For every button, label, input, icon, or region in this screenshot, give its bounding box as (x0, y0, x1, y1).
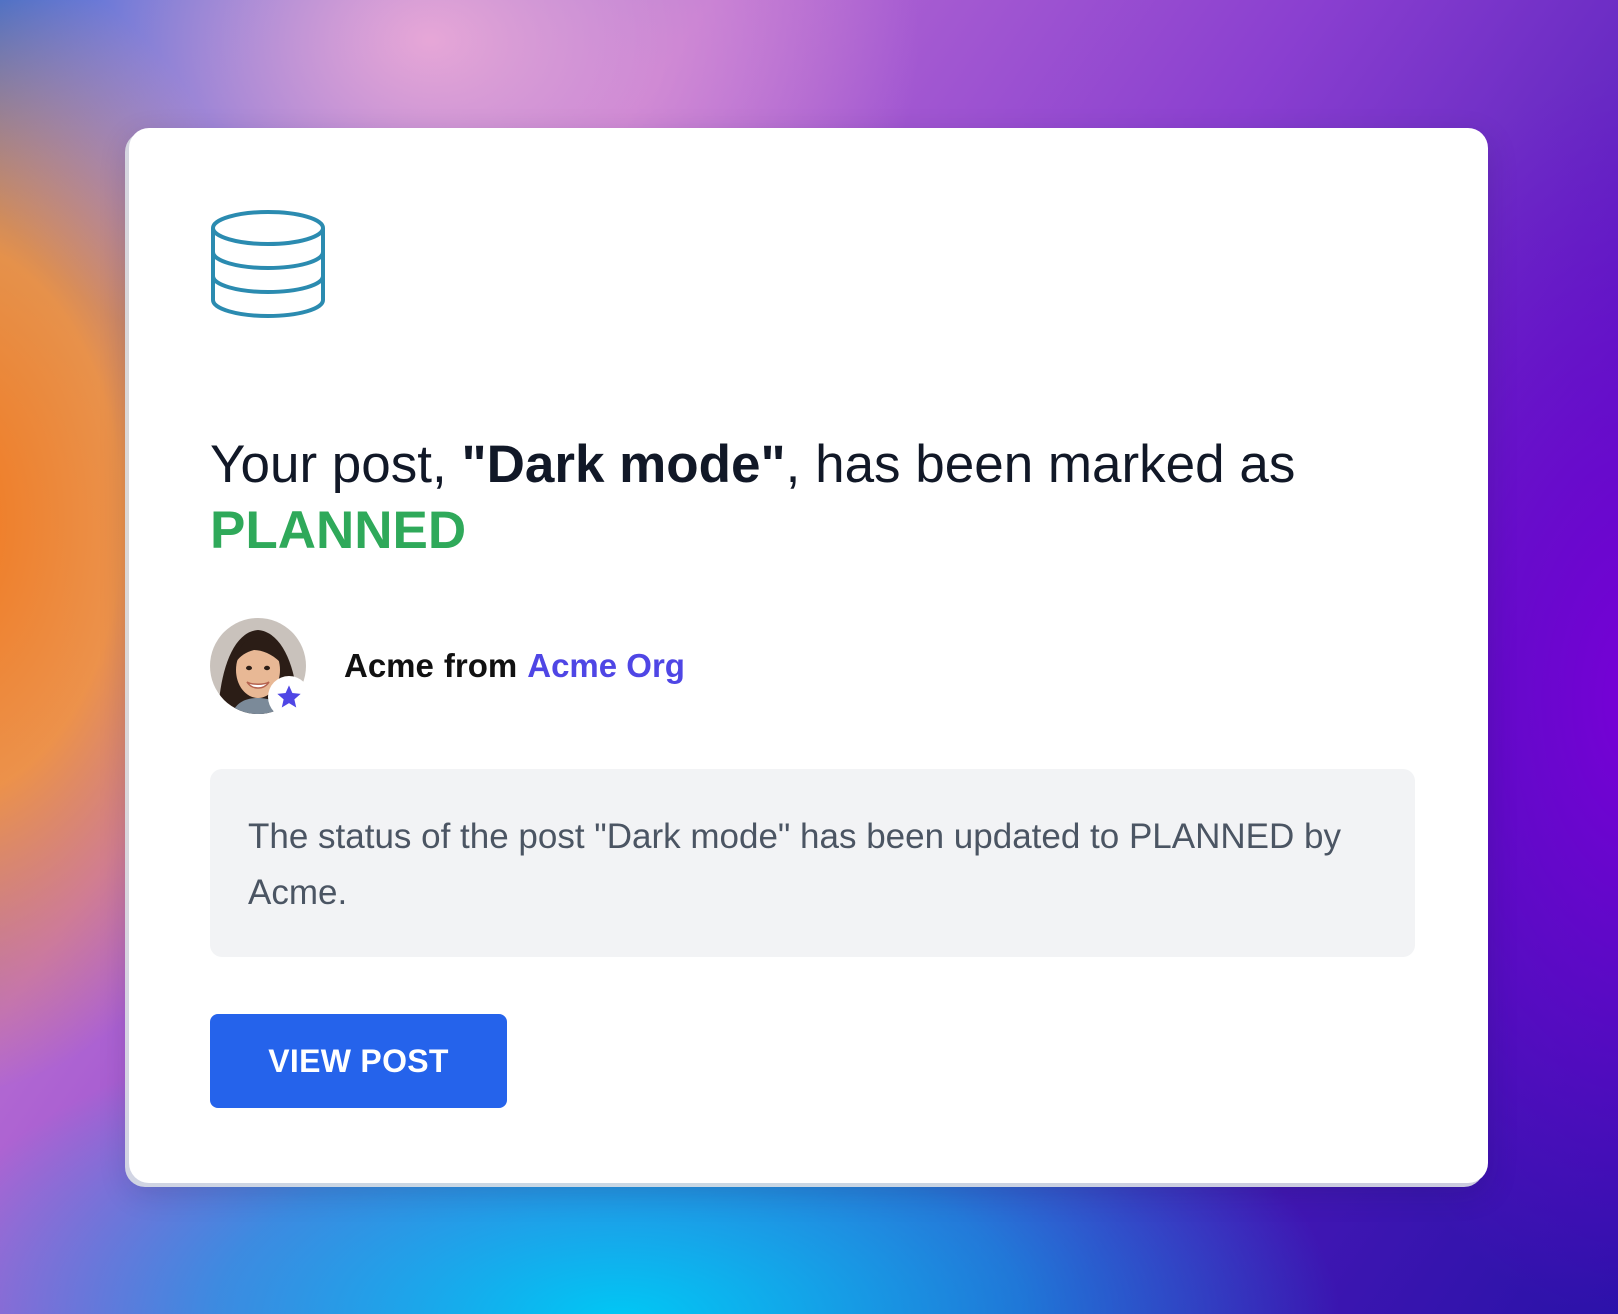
view-post-button[interactable]: VIEW POST (210, 1014, 507, 1108)
database-icon (211, 210, 325, 319)
star-icon (277, 685, 301, 708)
notification-card: Your post, "Dark mode", has been marked … (129, 128, 1488, 1183)
badge (268, 676, 310, 718)
org-link[interactable]: Acme Org (527, 647, 685, 685)
author-connector: from (443, 647, 518, 684)
avatar-container (210, 618, 310, 718)
message-text: The status of the post "Dark mode" has b… (248, 817, 1341, 912)
status-label: PLANNED (210, 501, 467, 560)
author-name: Acme (344, 647, 434, 684)
post-title: "Dark mode" (461, 435, 786, 494)
author-text: Acme from Acme Org (344, 647, 685, 685)
message-box: The status of the post "Dark mode" has b… (210, 769, 1415, 957)
headline-prefix: Your post, (210, 435, 462, 494)
notification-headline: Your post, "Dark mode", has been marked … (210, 432, 1410, 564)
author-row: Acme from Acme Org (210, 618, 685, 718)
headline-suffix: , has been marked as (785, 435, 1296, 494)
